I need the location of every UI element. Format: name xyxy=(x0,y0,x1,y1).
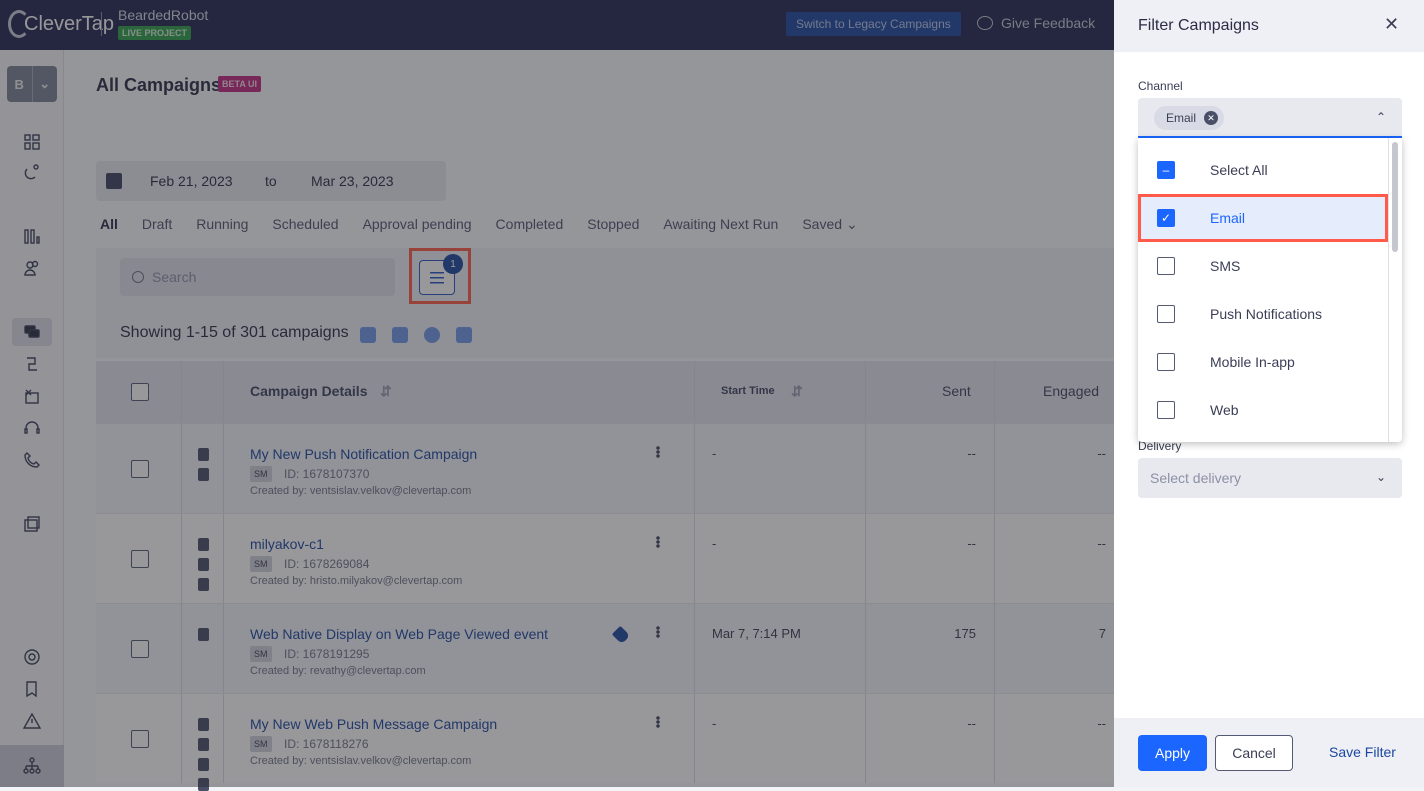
close-icon[interactable]: ✕ xyxy=(1384,14,1399,35)
option-checkbox[interactable] xyxy=(1157,401,1175,419)
option-checkbox[interactable]: ✓ xyxy=(1157,209,1175,227)
cancel-button[interactable]: Cancel xyxy=(1215,735,1293,771)
option-checkbox[interactable]: – xyxy=(1157,161,1175,179)
channel-dropdown: – Select All ✓ Email SMS Push Notifications Mo… xyxy=(1138,138,1402,442)
option-label: Mobile In-app xyxy=(1210,354,1295,370)
panel-title: Filter Campaigns xyxy=(1138,17,1259,34)
option-checkbox[interactable] xyxy=(1157,353,1175,371)
channel-select[interactable]: Email ✕ ⌃ xyxy=(1138,98,1402,138)
scrollbar[interactable] xyxy=(1392,142,1398,252)
option-web[interactable]: Web xyxy=(1138,386,1388,434)
modal-overlay[interactable] xyxy=(0,0,1114,787)
option-checkbox[interactable] xyxy=(1157,305,1175,323)
selected-chip-email: Email ✕ xyxy=(1154,106,1225,130)
chip-label: Email xyxy=(1166,111,1197,125)
panel-header: Filter Campaigns ✕ xyxy=(1114,0,1424,52)
delivery-select[interactable]: Select delivery ⌄ xyxy=(1138,458,1402,498)
option-label: Email xyxy=(1210,210,1246,226)
apply-button[interactable]: Apply xyxy=(1138,735,1207,771)
chevron-up-icon[interactable]: ⌃ xyxy=(1376,110,1386,124)
option-checkbox[interactable] xyxy=(1157,257,1175,275)
option-label: Web xyxy=(1210,402,1239,418)
save-filter-link[interactable]: Save Filter xyxy=(1329,744,1396,760)
option-label: Select All xyxy=(1210,162,1268,178)
option-email[interactable]: ✓ Email xyxy=(1138,194,1388,242)
option-sms[interactable]: SMS xyxy=(1138,242,1388,290)
option-select-all[interactable]: – Select All xyxy=(1138,146,1388,194)
option-push-notifications[interactable]: Push Notifications xyxy=(1138,290,1388,338)
filter-panel: Filter Campaigns ✕ Channel Email ✕ ⌃ Deli… xyxy=(1114,0,1424,787)
delivery-placeholder: Select delivery xyxy=(1150,470,1242,486)
remove-chip-icon[interactable]: ✕ xyxy=(1204,111,1219,125)
option-label: SMS xyxy=(1210,258,1241,274)
option-label: Push Notifications xyxy=(1210,306,1323,322)
scroll-track xyxy=(1388,138,1389,442)
channel-label: Channel xyxy=(1138,79,1183,93)
chevron-down-icon: ⌄ xyxy=(1375,470,1386,484)
panel-footer: Apply Cancel Save Filter xyxy=(1114,718,1424,787)
option-mobile-in-app[interactable]: Mobile In-app xyxy=(1138,338,1388,386)
